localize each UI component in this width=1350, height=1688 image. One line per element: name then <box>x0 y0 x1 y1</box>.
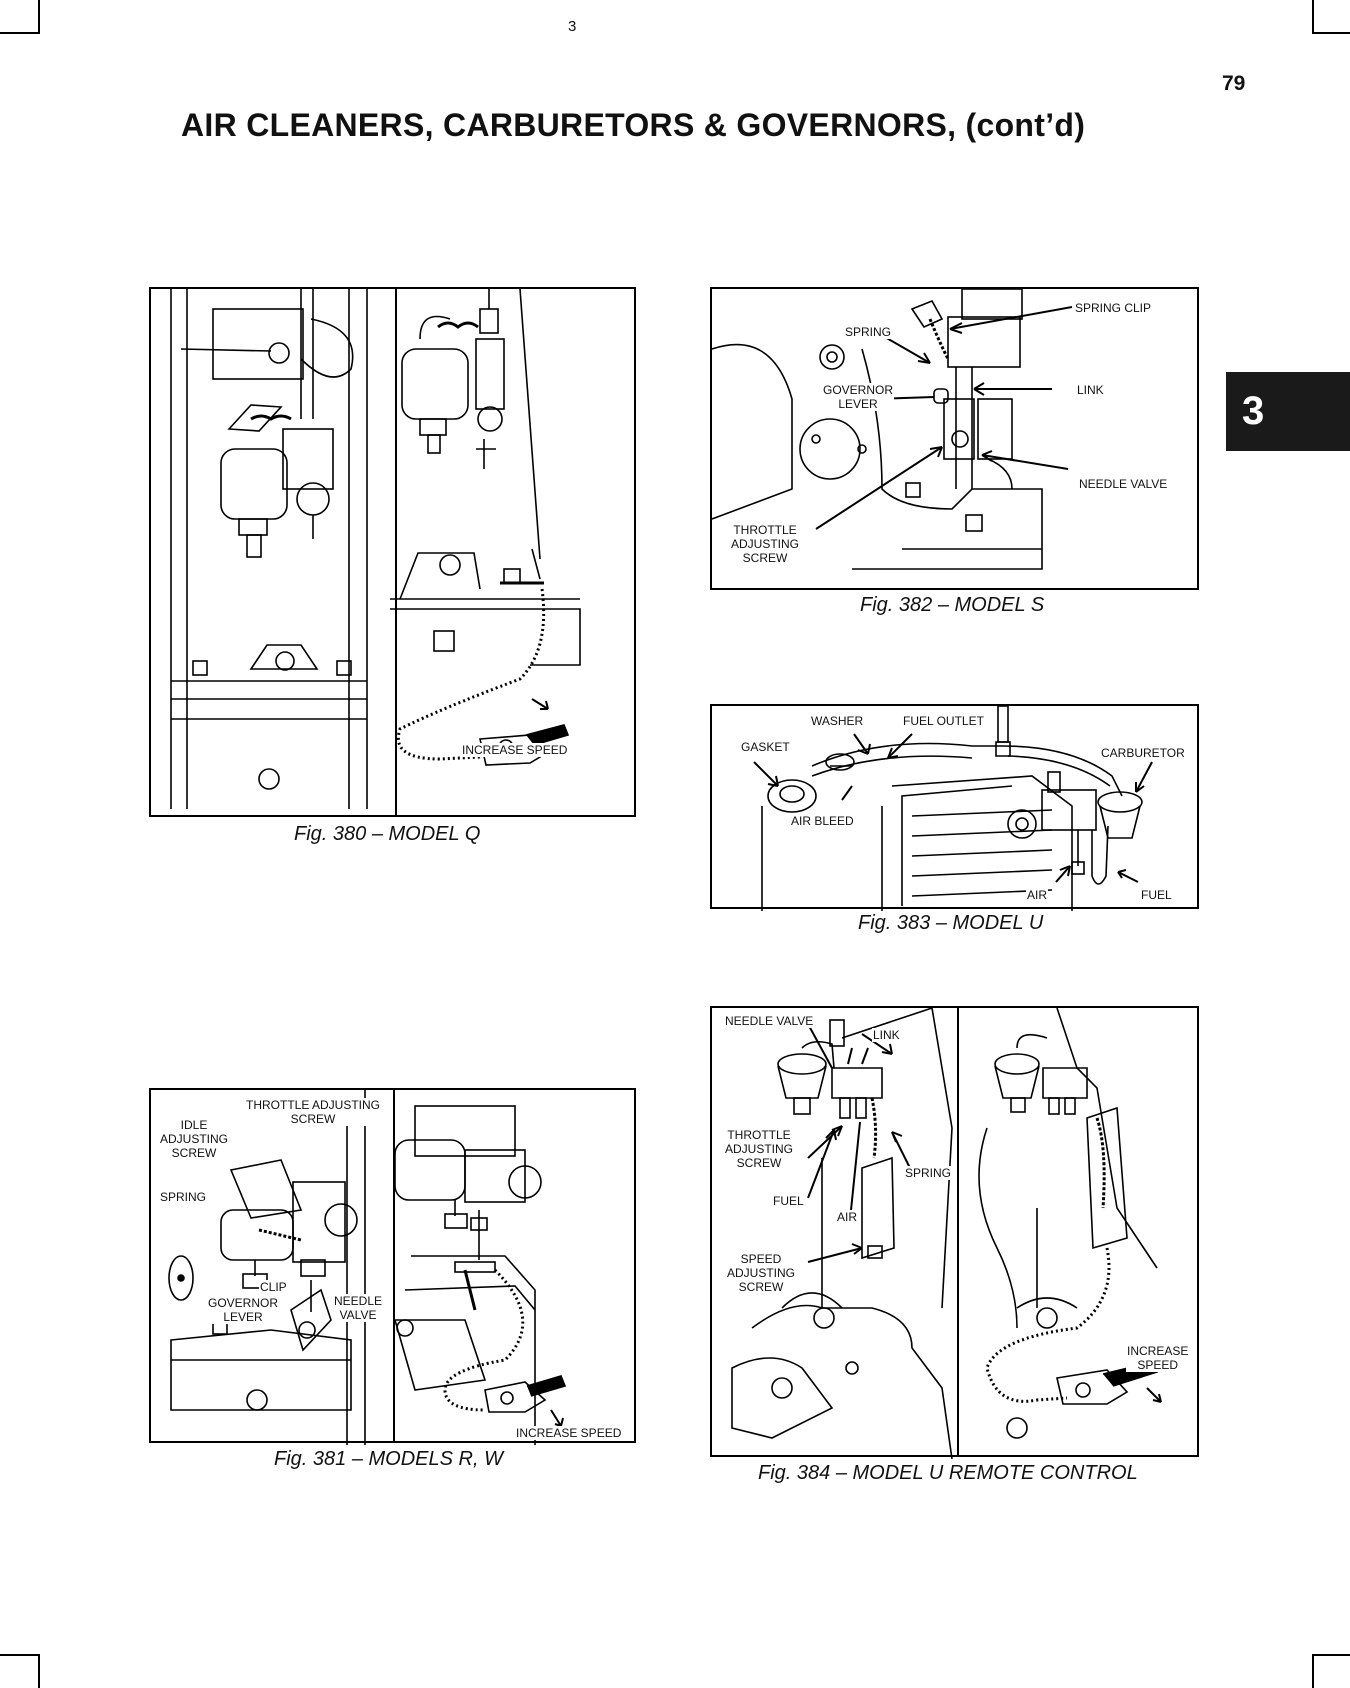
fig381-divider <box>393 1090 395 1441</box>
crop-mark <box>38 1654 40 1688</box>
crop-mark <box>1312 1654 1350 1656</box>
fig381-label-needle-valve: NEEDLE VALVE <box>333 1294 384 1322</box>
figure-384: NEEDLE VALVE LINK THROTTLE ADJUSTING SCR… <box>710 1006 1199 1459</box>
fig383-illustration <box>753 706 1153 911</box>
fig384-label-speed-adjusting-screw: SPEED ADJUSTING SCREW <box>726 1252 797 1294</box>
fig383-label-gasket: GASKET <box>740 740 791 754</box>
fig383-label-washer: WASHER <box>810 714 865 728</box>
fig383-label-carburetor: CARBURETOR <box>1100 746 1186 760</box>
fig381-caption: Fig. 381 – MODELS R, W <box>274 1448 503 1470</box>
fig381-label-increase-speed: INCREASE SPEED <box>515 1426 623 1440</box>
fig384-label-fuel: FUEL <box>772 1194 805 1208</box>
fig384-label-air: AIR <box>836 1210 859 1224</box>
fig383-label-air-bleed: AIR BLEED <box>790 814 855 828</box>
page-number: 79 <box>1222 72 1246 95</box>
fig384-label-needle-valve: NEEDLE VALVE <box>724 1014 815 1028</box>
figure-381: THROTTLE ADJUSTING SCREW IDLE ADJUSTING … <box>149 1088 636 1445</box>
fig381-label-idle-adjusting-screw: IDLE ADJUSTING SCREW <box>159 1118 230 1160</box>
fig382-label-spring-clip: SPRING CLIP <box>1074 301 1153 315</box>
fig383-label-fuel: FUEL <box>1140 888 1173 902</box>
fig384-label-link: LINK <box>872 1028 901 1042</box>
fig382-label-spring: SPRING <box>844 325 893 339</box>
crop-mark <box>1312 0 1314 34</box>
fig383-label-fuel-outlet: FUEL OUTLET <box>902 714 985 728</box>
fig382-caption: Fig. 382 – MODEL S <box>860 594 1045 616</box>
fig383-caption: Fig. 383 – MODEL U <box>858 912 1044 934</box>
crop-mark <box>1312 32 1350 34</box>
crop-mark <box>1312 1654 1314 1688</box>
fig380-label-increase-speed: INCREASE SPEED <box>461 743 569 757</box>
figure-380: INCREASE SPEED <box>149 287 636 817</box>
fig384-label-increase-speed: INCREASE SPEED <box>1126 1344 1190 1372</box>
fig381-label-clip: CLIP <box>259 1280 288 1294</box>
fig382-label-governor-lever: GOVERNOR LEVER <box>822 383 895 411</box>
chapter-tab: 3 <box>1226 372 1350 451</box>
fig380-divider <box>395 289 397 815</box>
fig382-label-throttle-adjusting-screw: THROTTLE ADJUSTING SCREW <box>730 523 801 565</box>
page-title: AIR CLEANERS, CARBURETORS & GOVERNORS, (… <box>181 107 1086 143</box>
fig382-label-link: LINK <box>1076 383 1105 397</box>
header-top-number: 3 <box>568 18 577 35</box>
fig384-caption: Fig. 384 – MODEL U REMOTE CONTROL <box>758 1462 1138 1484</box>
crop-mark <box>38 0 40 34</box>
fig381-label-throttle-adjusting-screw: THROTTLE ADJUSTING SCREW <box>245 1098 382 1126</box>
fig381-label-spring: SPRING <box>159 1190 208 1204</box>
fig384-divider <box>957 1008 959 1455</box>
fig383-label-air: AIR <box>1026 888 1049 902</box>
fig380-caption: Fig. 380 – MODEL Q <box>294 823 481 845</box>
fig382-label-needle-valve: NEEDLE VALVE <box>1078 477 1169 491</box>
crop-mark <box>0 1654 40 1656</box>
fig381-label-governor-lever: GOVERNOR LEVER <box>207 1296 280 1324</box>
figure-382: SPRING CLIP SPRING GOVERNOR LEVER LINK N… <box>710 287 1199 590</box>
crop-mark <box>0 32 40 34</box>
fig384-label-throttle-adjusting-screw: THROTTLE ADJUSTING SCREW <box>724 1128 795 1170</box>
figure-383: WASHER FUEL OUTLET GASKET CARBURETOR AIR… <box>710 704 1199 911</box>
fig384-label-spring: SPRING <box>904 1166 953 1180</box>
